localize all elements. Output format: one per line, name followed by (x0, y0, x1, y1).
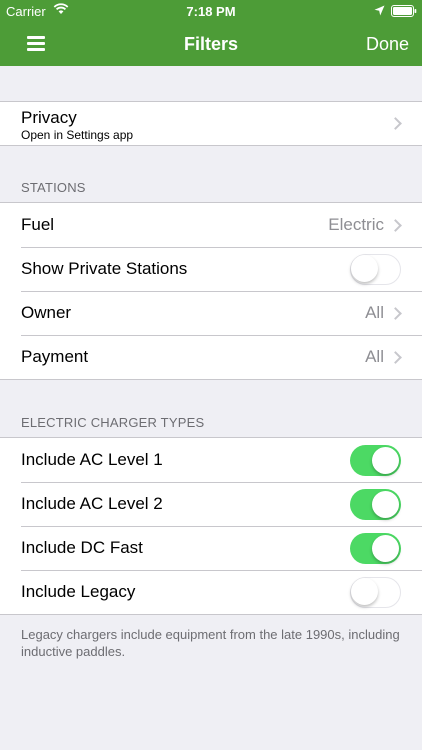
navigation-bar: Filters Done (0, 22, 422, 66)
owner-value: All (365, 303, 384, 322)
ac-level-1-row: Include AC Level 1 (0, 438, 422, 482)
stations-group: Fuel Electric Show Private Stations Owne… (0, 202, 422, 380)
page-title: Filters (183, 34, 239, 54)
legacy-toggle[interactable] (350, 577, 401, 608)
owner-label: Owner (21, 303, 72, 322)
chevron-right-icon (389, 307, 402, 320)
battery-icon (391, 5, 417, 20)
done-button[interactable]: Done (366, 34, 409, 55)
ac-level-1-label: Include AC Level 1 (21, 450, 163, 469)
charger-types-section-header: ELECTRIC CHARGER TYPES (21, 415, 205, 430)
ac-level-2-toggle[interactable] (350, 489, 401, 520)
fuel-row[interactable]: Fuel Electric (0, 203, 422, 247)
fuel-label: Fuel (21, 215, 55, 234)
payment-value: All (365, 347, 384, 366)
fuel-value: Electric (328, 215, 384, 234)
status-bar: Carrier 7:18 PM (0, 0, 422, 22)
show-private-stations-toggle[interactable] (350, 254, 401, 285)
ac-level-1-toggle[interactable] (350, 445, 401, 476)
privacy-subtitle: Open in Settings app (21, 128, 134, 142)
payment-row[interactable]: Payment All (0, 335, 422, 379)
privacy-row[interactable]: Privacy Open in Settings app (0, 102, 422, 145)
legacy-footer-note: Legacy chargers include equipment from t… (21, 627, 400, 659)
ac-level-2-label: Include AC Level 2 (21, 494, 163, 513)
chevron-right-icon (389, 351, 402, 364)
privacy-group: Privacy Open in Settings app (0, 101, 422, 146)
show-private-stations-row: Show Private Stations (0, 247, 422, 291)
ac-level-2-row: Include AC Level 2 (0, 482, 422, 526)
stations-section-header: STATIONS (21, 180, 86, 195)
top-bar: Carrier 7:18 PM Filters Done (0, 0, 422, 66)
dc-fast-row: Include DC Fast (0, 526, 422, 570)
payment-label: Payment (21, 347, 89, 366)
dc-fast-label: Include DC Fast (21, 538, 143, 557)
show-private-stations-label: Show Private Stations (21, 259, 188, 278)
legacy-row: Include Legacy (0, 570, 422, 614)
status-time: 7:18 PM (186, 4, 236, 19)
location-arrow-icon (374, 4, 385, 19)
charger-types-group: Include AC Level 1 Include AC Level 2 In… (0, 437, 422, 615)
dc-fast-toggle[interactable] (350, 533, 401, 564)
chevron-right-icon (389, 219, 402, 232)
owner-row[interactable]: Owner All (0, 291, 422, 335)
chevron-right-icon (389, 117, 402, 130)
legacy-label: Include Legacy (21, 582, 136, 601)
privacy-title: Privacy (21, 108, 77, 127)
